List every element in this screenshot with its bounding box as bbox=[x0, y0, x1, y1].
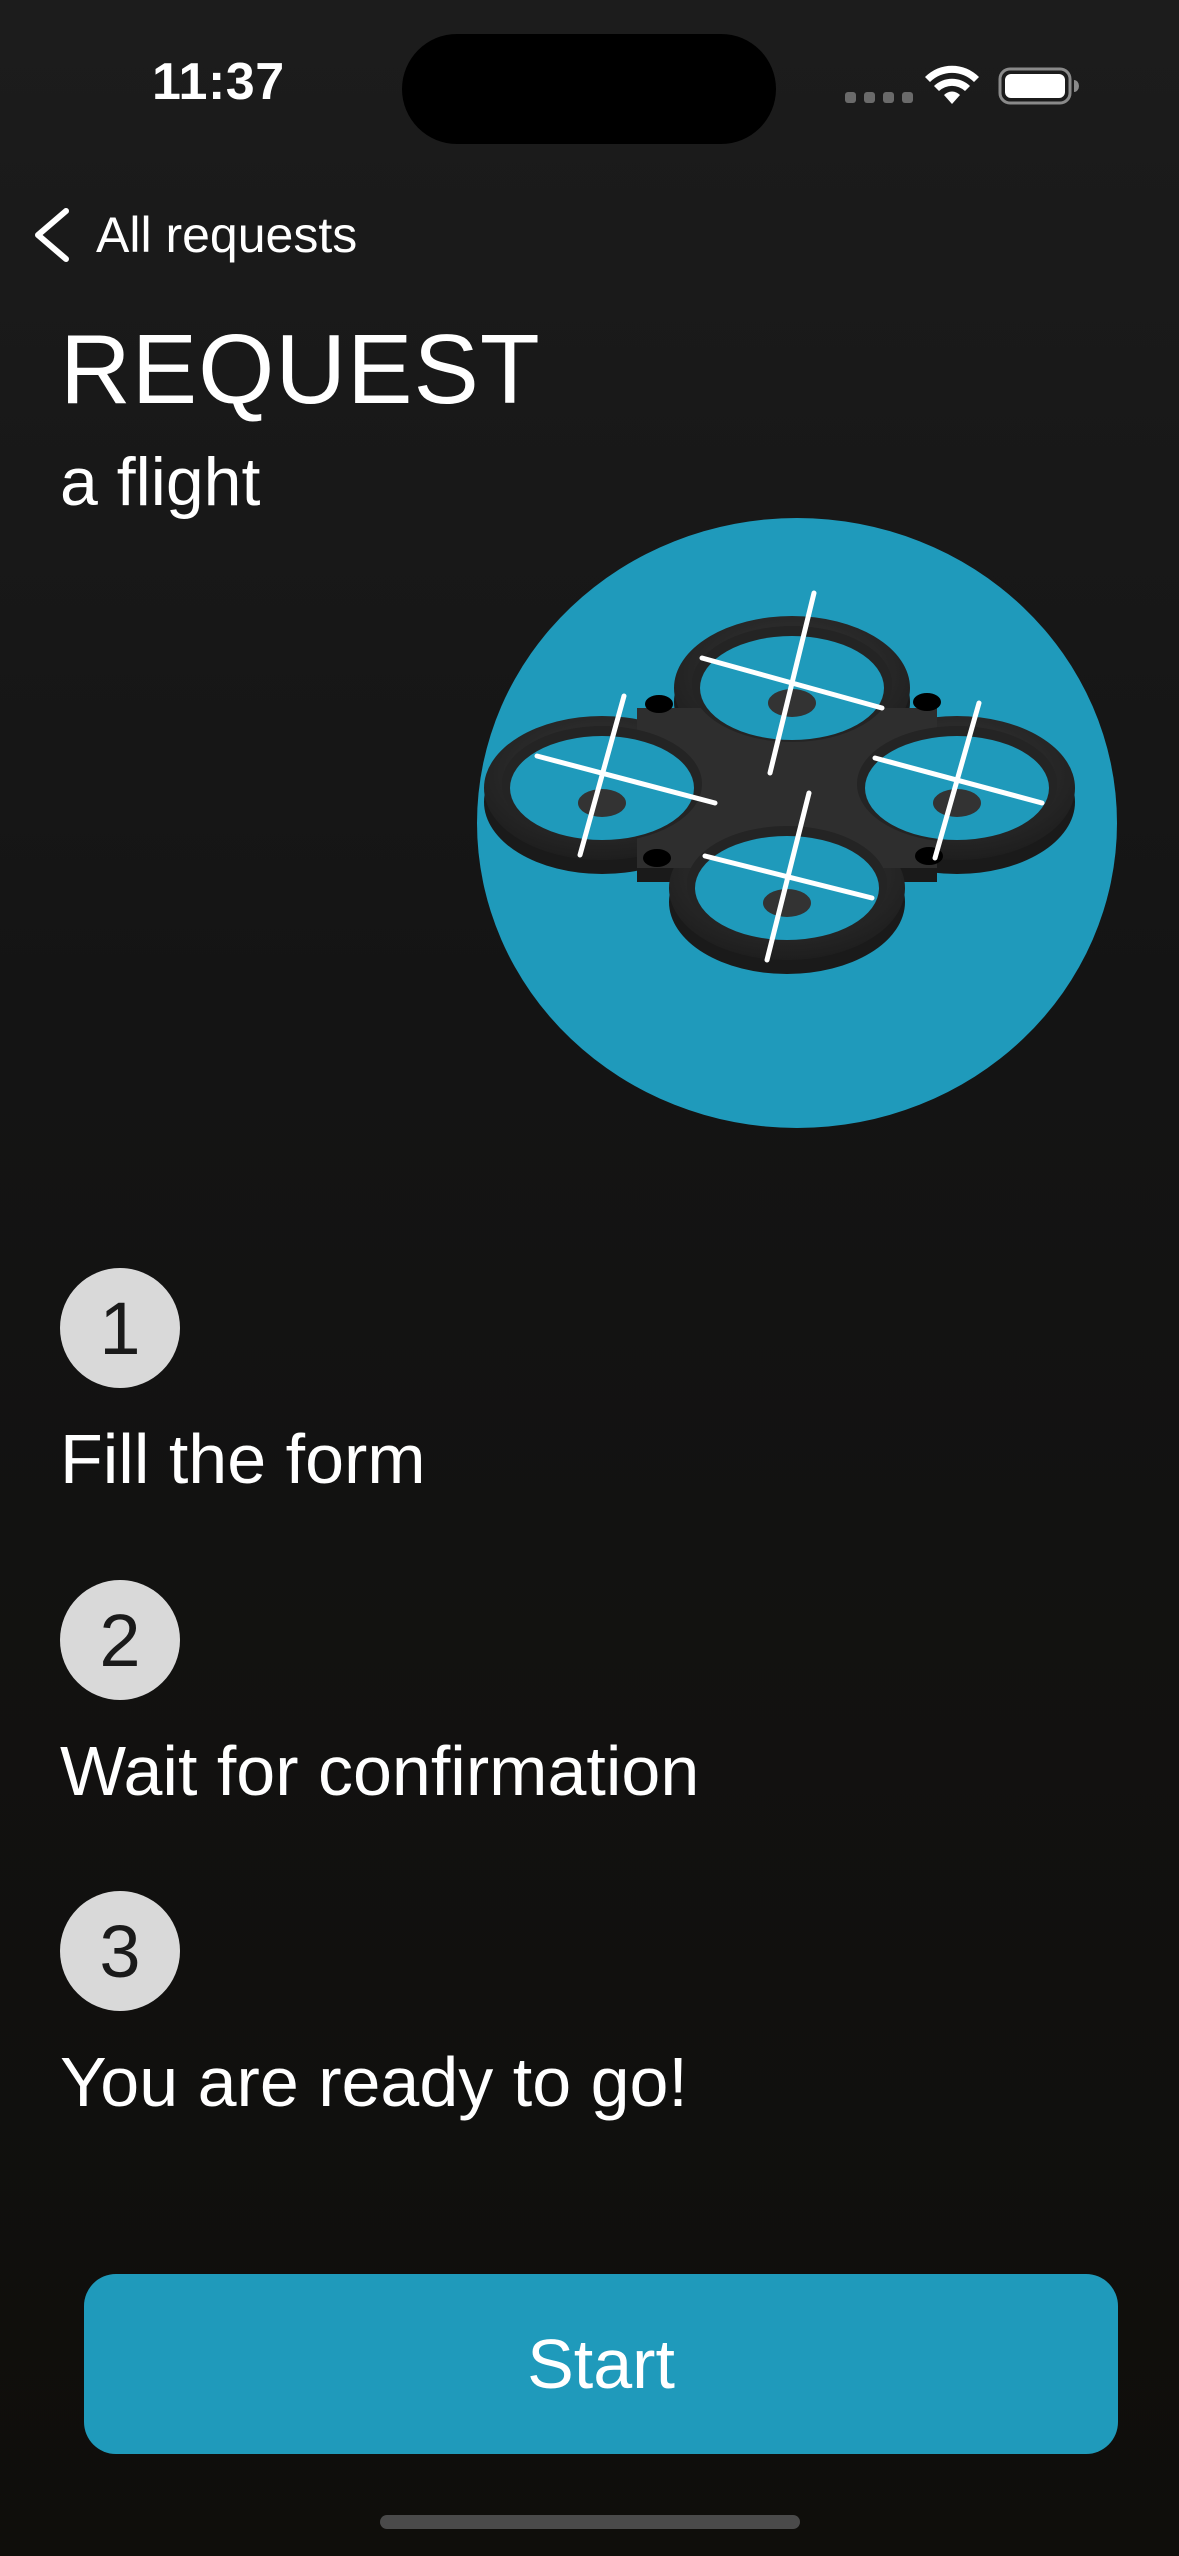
back-to-all-requests[interactable]: All requests bbox=[28, 200, 357, 270]
step-3: 3 You are ready to go! bbox=[60, 1891, 688, 2117]
request-flight-screen: 11:37 All requests REQUEST a flight 1 Fi… bbox=[0, 0, 1179, 2556]
step-number-badge: 3 bbox=[60, 1891, 180, 2011]
wifi-icon bbox=[925, 65, 979, 104]
step-number-badge: 1 bbox=[60, 1268, 180, 1388]
step-2: 2 Wait for confirmation bbox=[60, 1580, 699, 1806]
step-text: Wait for confirmation bbox=[60, 1732, 700, 1810]
cellular-signal-icon bbox=[845, 92, 913, 103]
drone-icon bbox=[484, 590, 1075, 974]
drone-illustration bbox=[477, 518, 1117, 1128]
page-subtitle: a flight bbox=[60, 444, 261, 520]
step-number-badge: 2 bbox=[60, 1580, 180, 1700]
chevron-left-icon bbox=[35, 208, 69, 262]
status-time: 11:37 bbox=[152, 53, 285, 111]
home-indicator[interactable] bbox=[380, 2515, 800, 2529]
start-button[interactable]: Start bbox=[84, 2274, 1118, 2454]
step-text: You are ready to go! bbox=[60, 2043, 688, 2121]
dynamic-island bbox=[402, 34, 776, 144]
step-text: Fill the form bbox=[60, 1420, 426, 1498]
back-label: All requests bbox=[96, 207, 358, 263]
battery-icon bbox=[998, 67, 1079, 105]
page-title: REQUEST bbox=[60, 314, 541, 424]
step-1: 1 Fill the form bbox=[60, 1268, 426, 1494]
